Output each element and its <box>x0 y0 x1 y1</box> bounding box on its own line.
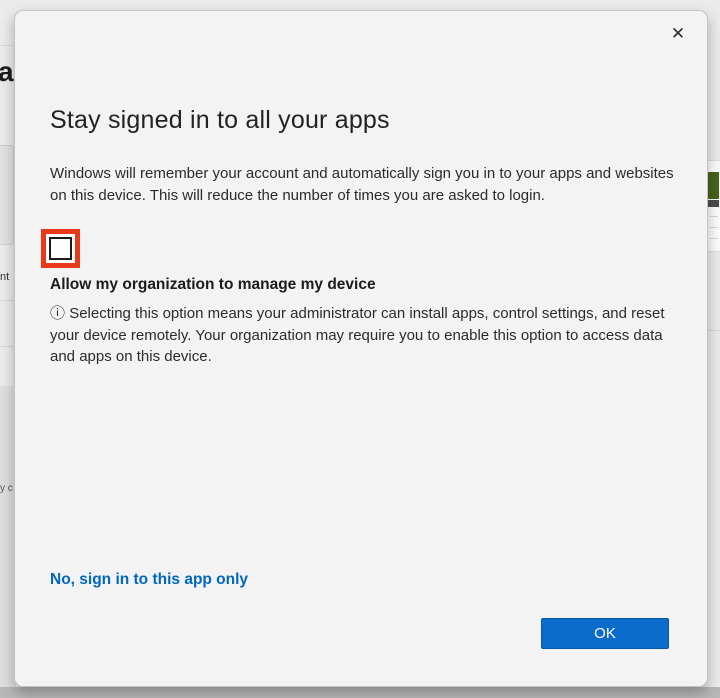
stay-signed-in-dialog: ✕ Stay signed in to all your apps Window… <box>14 10 708 687</box>
info-icon: ⓘ <box>50 304 65 322</box>
organization-manage-checkbox[interactable] <box>49 237 72 260</box>
background-divider <box>706 330 720 331</box>
excel-file-icon <box>708 172 719 199</box>
dialog-title: Stay signed in to all your apps <box>50 106 390 135</box>
annotation-highlight-box <box>41 229 80 268</box>
close-icon[interactable]: ✕ <box>663 19 693 49</box>
checkbox-label[interactable]: Allow my organization to manage my devic… <box>50 276 376 294</box>
background-text-fragment: y c <box>0 483 13 494</box>
info-text: Selecting this option means your adminis… <box>50 305 665 365</box>
background-panel-fragment <box>0 145 14 245</box>
background-text-fragment: nt <box>0 271 9 283</box>
background-list-line <box>710 216 718 217</box>
dialog-description: Windows will remember your account and a… <box>50 163 675 206</box>
sign-in-this-app-only-link[interactable]: No, sign in to this app only <box>50 571 248 589</box>
ok-button[interactable]: OK <box>541 618 669 649</box>
background-icon-fragment <box>708 200 719 207</box>
info-paragraph: ⓘ Selecting this option means your admin… <box>50 303 672 368</box>
background-list-line <box>710 227 718 228</box>
background-list-line <box>710 238 718 239</box>
screen: ag nt y c ✕ Stay signed in to all your a… <box>0 0 720 698</box>
backdrop-bottom-band <box>0 687 720 698</box>
